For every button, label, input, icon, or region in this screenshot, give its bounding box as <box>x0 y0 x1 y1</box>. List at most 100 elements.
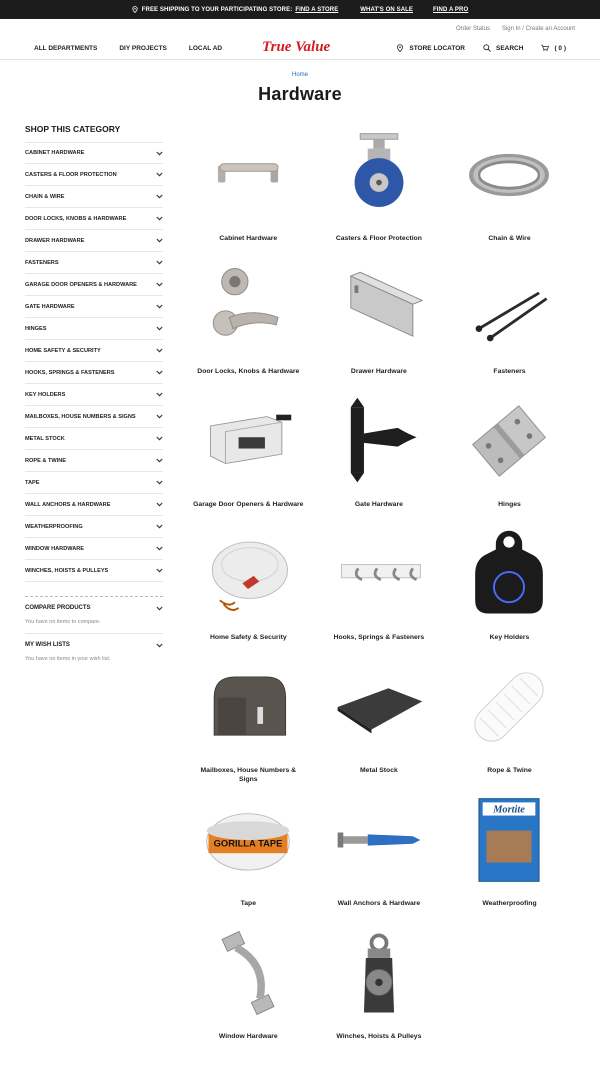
category-tile[interactable]: Metal Stock <box>314 656 445 789</box>
find-pro-link[interactable]: FIND A PRO <box>433 7 468 13</box>
category-image[interactable] <box>329 793 429 887</box>
order-status-link[interactable]: Order Status <box>456 26 490 32</box>
category-label[interactable]: Key Holders <box>453 633 565 642</box>
category-tile[interactable]: Home Safety & Security <box>183 523 314 656</box>
category-label[interactable]: Cabinet Hardware <box>192 234 304 243</box>
sidebar-category-item[interactable]: WEATHERPROOFING <box>25 516 163 538</box>
sign-in-link[interactable]: Sign In / Create an Account <box>502 26 575 32</box>
sidebar-category-item[interactable]: CHAIN & WIRE <box>25 186 163 208</box>
sidebar-category-item[interactable]: HOME SAFETY & SECURITY <box>25 340 163 362</box>
category-image[interactable] <box>329 394 429 488</box>
category-label[interactable]: Metal Stock <box>323 766 435 775</box>
sidebar-category-item[interactable]: CASTERS & FLOOR PROTECTION <box>25 164 163 186</box>
category-image[interactable] <box>459 660 559 754</box>
category-label[interactable]: Mailboxes, House Numbers & Signs <box>192 766 304 784</box>
category-image[interactable] <box>198 660 298 754</box>
sidebar-category-item[interactable]: WALL ANCHORS & HARDWARE <box>25 494 163 516</box>
sidebar-category-item[interactable]: HOOKS, SPRINGS & FASTENERS <box>25 362 163 384</box>
whats-on-sale-link[interactable]: WHAT'S ON SALE <box>360 7 413 13</box>
category-tile[interactable]: Key Holders <box>444 523 575 656</box>
wish-lists-toggle[interactable]: MY WISH LISTS <box>25 642 163 648</box>
category-tile[interactable]: Hooks, Springs & Fasteners <box>314 523 445 656</box>
category-tile[interactable]: Garage Door Openers & Hardware <box>183 390 314 523</box>
category-image[interactable] <box>198 394 298 488</box>
cart-button[interactable]: ( 0 ) <box>541 44 566 52</box>
category-label[interactable]: Gate Hardware <box>323 500 435 509</box>
category-label[interactable]: Fasteners <box>453 367 565 376</box>
category-image[interactable] <box>329 261 429 355</box>
category-tile[interactable]: Fasteners <box>444 257 575 390</box>
category-image[interactable] <box>459 394 559 488</box>
sidebar-category-item[interactable]: KEY HOLDERS <box>25 384 163 406</box>
category-tile[interactable]: Casters & Floor Protection <box>314 124 445 257</box>
category-tile[interactable]: Hinges <box>444 390 575 523</box>
sidebar-category-label: HINGES <box>25 325 47 332</box>
sidebar-category-label: TAPE <box>25 479 40 486</box>
sidebar-category-item[interactable]: DRAWER HARDWARE <box>25 230 163 252</box>
category-image[interactable] <box>198 128 298 222</box>
category-image[interactable] <box>329 660 429 754</box>
category-tile[interactable]: GORILLA TAPE Tape <box>183 789 314 922</box>
sidebar-category-item[interactable]: MAILBOXES, HOUSE NUMBERS & SIGNS <box>25 406 163 428</box>
category-label[interactable]: Tape <box>192 899 304 908</box>
find-store-link[interactable]: FIND A STORE <box>295 7 338 13</box>
category-tile[interactable]: Winches, Hoists & Pulleys <box>314 922 445 1055</box>
category-tile[interactable]: Chain & Wire <box>444 124 575 257</box>
category-image[interactable] <box>459 128 559 222</box>
category-image[interactable]: GORILLA TAPE <box>198 793 298 887</box>
category-image[interactable] <box>329 128 429 222</box>
search-button[interactable]: SEARCH <box>483 44 523 52</box>
local-ad-link[interactable]: LOCAL AD <box>189 45 222 52</box>
sidebar-category-item[interactable]: TAPE <box>25 472 163 494</box>
sidebar-category-item[interactable]: GATE HARDWARE <box>25 296 163 318</box>
sidebar-category-item[interactable]: DOOR LOCKS, KNOBS & HARDWARE <box>25 208 163 230</box>
category-label[interactable]: Door Locks, Knobs & Hardware <box>192 367 304 376</box>
category-tile[interactable]: Gate Hardware <box>314 390 445 523</box>
category-label[interactable]: Drawer Hardware <box>323 367 435 376</box>
sidebar-category-item[interactable]: METAL STOCK <box>25 428 163 450</box>
category-image[interactable] <box>459 527 559 621</box>
category-label[interactable]: Winches, Hoists & Pulleys <box>323 1032 435 1041</box>
sidebar-category-item[interactable]: WINCHES, HOISTS & PULLEYS <box>25 560 163 582</box>
chevron-down-icon <box>156 643 163 647</box>
breadcrumb-home-link[interactable]: Home <box>292 72 308 78</box>
sidebar-category-item[interactable]: WINDOW HARDWARE <box>25 538 163 560</box>
category-tile[interactable]: Mortite Weatherproofing <box>444 789 575 922</box>
category-label[interactable]: Weatherproofing <box>453 899 565 908</box>
category-label[interactable]: Casters & Floor Protection <box>323 234 435 243</box>
category-label[interactable]: Garage Door Openers & Hardware <box>192 500 304 509</box>
category-label[interactable]: Hinges <box>453 500 565 509</box>
category-tile[interactable]: Mailboxes, House Numbers & Signs <box>183 656 314 789</box>
category-image[interactable] <box>329 527 429 621</box>
category-label[interactable]: Home Safety & Security <box>192 633 304 642</box>
category-label[interactable]: Rope & Twine <box>453 766 565 775</box>
category-tile[interactable]: Window Hardware <box>183 922 314 1055</box>
category-image[interactable] <box>459 261 559 355</box>
category-tile[interactable]: Wall Anchors & Hardware <box>314 789 445 922</box>
category-label[interactable]: Window Hardware <box>192 1032 304 1041</box>
diy-projects-link[interactable]: DIY PROJECTS <box>119 45 167 52</box>
category-image[interactable] <box>198 926 298 1020</box>
true-value-logo[interactable]: True Value <box>261 37 339 60</box>
category-image[interactable]: Mortite <box>459 793 559 887</box>
compare-products-toggle[interactable]: COMPARE PRODUCTS <box>25 605 163 611</box>
category-tile[interactable]: Drawer Hardware <box>314 257 445 390</box>
category-image[interactable] <box>329 926 429 1020</box>
sidebar-category-list: CABINET HARDWARE CASTERS & FLOOR PROTECTI… <box>25 142 163 582</box>
cart-icon <box>541 44 550 52</box>
category-tile[interactable]: Rope & Twine <box>444 656 575 789</box>
all-departments-menu[interactable]: ALL DEPARTMENTS <box>34 45 97 52</box>
category-tile[interactable]: Cabinet Hardware <box>183 124 314 257</box>
store-locator-button[interactable]: STORE LOCATOR <box>396 44 465 52</box>
sidebar-category-item[interactable]: HINGES <box>25 318 163 340</box>
category-label[interactable]: Chain & Wire <box>453 234 565 243</box>
category-image[interactable] <box>198 527 298 621</box>
sidebar-category-item[interactable]: ROPE & TWINE <box>25 450 163 472</box>
sidebar-category-item[interactable]: FASTENERS <box>25 252 163 274</box>
sidebar-category-item[interactable]: GARAGE DOOR OPENERS & HARDWARE <box>25 274 163 296</box>
sidebar-category-item[interactable]: CABINET HARDWARE <box>25 142 163 164</box>
category-tile[interactable]: Door Locks, Knobs & Hardware <box>183 257 314 390</box>
category-label[interactable]: Hooks, Springs & Fasteners <box>323 633 435 642</box>
category-image[interactable] <box>198 261 298 355</box>
category-label[interactable]: Wall Anchors & Hardware <box>323 899 435 908</box>
